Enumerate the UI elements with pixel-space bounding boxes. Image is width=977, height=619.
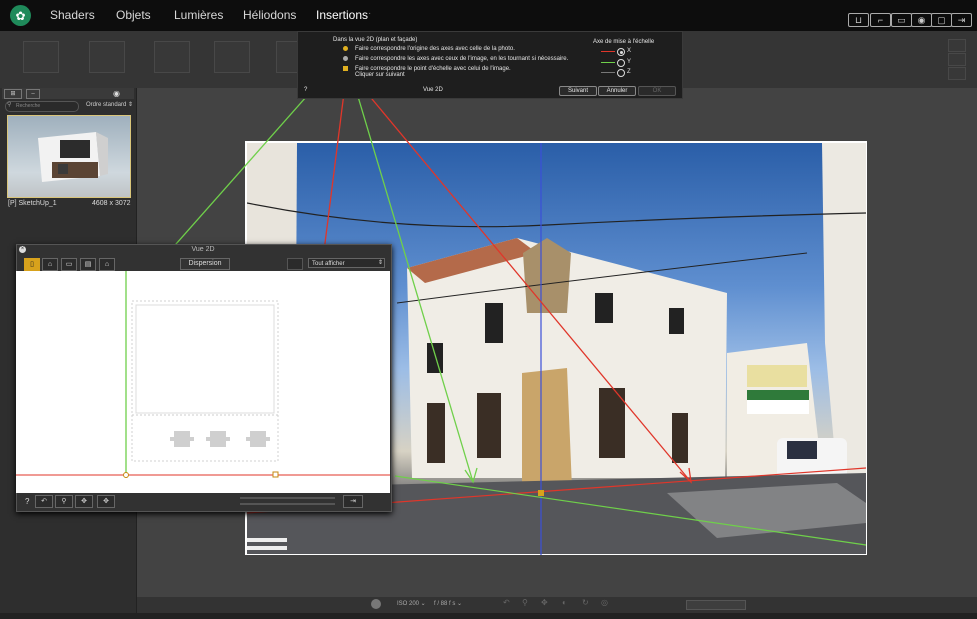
help-button[interactable]: ? — [304, 87, 307, 93]
scale-point-icon — [343, 66, 348, 71]
view-tool-icon — [154, 41, 190, 73]
tab-objets[interactable]: Objets — [116, 8, 151, 22]
thumbnail-size: 4608 x 3072 — [92, 200, 131, 207]
view-2d-label: Vue 2D — [423, 87, 443, 93]
scale-axis-title: Axe de mise à l'échelle — [593, 39, 655, 45]
layer-toggle-icon[interactable] — [287, 258, 303, 270]
cart-icon[interactable]: ⊔ — [848, 13, 869, 27]
axis-z-label: Z — [627, 69, 631, 75]
axes-tool-icon — [214, 41, 250, 73]
box-tool-icon — [89, 41, 125, 73]
house-render-image — [38, 132, 108, 182]
undo-disabled-icon: ↶ — [503, 598, 510, 607]
aperture-select[interactable]: f / 88 f s ⌄ — [434, 600, 462, 607]
crop-icon[interactable]: ▢ — [931, 13, 952, 27]
iso-select[interactable]: ISO 200 ⌄ — [397, 600, 426, 607]
globe-disabled-icon: ◎ — [601, 598, 608, 607]
tab-shaders[interactable]: Shaders — [50, 8, 95, 22]
axis-y-label: Y — [627, 59, 632, 65]
x-axis-swatch — [601, 51, 615, 52]
sort-select[interactable]: Ordre standard ⇕ — [86, 101, 133, 108]
remove-media-icon[interactable]: – — [26, 89, 40, 99]
rotate-disabled-icon: ↻ — [582, 598, 589, 607]
apply-arrow-icon[interactable]: ⇥ — [343, 495, 363, 508]
instructions-heading: Dans la vue 2D (plan et façade) — [333, 37, 418, 43]
house-mode-icon[interactable]: ⌂ — [42, 258, 58, 271]
chevron-down-icon: ⇕ — [378, 260, 384, 266]
plane-tool-icon — [23, 41, 59, 73]
dialog-help-button[interactable]: ? — [25, 497, 29, 506]
settings-gear-icon[interactable] — [371, 599, 381, 609]
search-icon: ⚲ — [7, 102, 12, 108]
tab-heliodons[interactable]: Héliodons — [243, 8, 296, 22]
eye-icon[interactable]: ◉ — [113, 89, 120, 98]
pan-icon[interactable]: ✥ — [75, 495, 93, 508]
floor-mode-icon[interactable]: ▭ — [61, 258, 77, 271]
scale-slider[interactable] — [240, 497, 335, 499]
z-axis-swatch — [601, 72, 615, 73]
gallery-icon[interactable]: ▭ — [891, 13, 912, 27]
cancel-button[interactable]: Annuler — [598, 86, 636, 96]
camera-icon[interactable]: ◉ — [911, 13, 932, 27]
plan-canvas[interactable] — [16, 271, 390, 493]
side-tool-icon-3 — [948, 67, 966, 80]
step-bullet-icon — [343, 46, 348, 51]
roof-mode-icon[interactable]: ⌂ — [99, 258, 115, 271]
instruction-step-1: Faire correspondre l'origine des axes av… — [355, 46, 515, 52]
export-icon[interactable]: ⇥ — [951, 13, 972, 27]
pattern-tool-icon — [276, 41, 298, 73]
axis-y-radio[interactable] — [617, 59, 625, 67]
facade-mode-icon[interactable]: ▤ — [80, 258, 96, 271]
add-media-icon[interactable]: ⊞ — [4, 89, 22, 99]
y-axis-swatch — [601, 62, 615, 63]
side-tool-icon-1 — [948, 39, 966, 52]
thumbnail-name: [P] SketchUp_1 — [8, 200, 57, 207]
sound-disabled-icon: ◐ — [562, 598, 567, 607]
ok-button[interactable]: OK — [638, 86, 676, 96]
dispersion-button[interactable]: Dispersion — [180, 258, 230, 270]
instruction-step-2: Faire correspondre les axes avec ceux de… — [355, 56, 569, 62]
fit-icon[interactable]: ✥ — [97, 495, 115, 508]
axis-x-radio[interactable] — [617, 48, 625, 56]
dialog-title: Vue 2D — [191, 246, 215, 253]
tab-insertions[interactable]: Insertions — [316, 8, 368, 22]
move-disabled-icon: ✥ — [541, 598, 548, 607]
rotation-slider[interactable] — [240, 503, 335, 505]
undo-icon[interactable]: ↶ — [35, 495, 53, 508]
frame-icon[interactable]: ⌐ — [870, 13, 891, 27]
floor-plan-drawing — [16, 271, 390, 478]
search-input[interactable]: Recherche — [5, 101, 79, 112]
next-button[interactable]: Suivant — [559, 86, 597, 96]
tab-more[interactable]: · — [368, 8, 371, 19]
axis-z-radio[interactable] — [617, 69, 625, 77]
app-logo-icon[interactable]: ✿ — [10, 5, 31, 26]
zoom-icon[interactable]: ⚲ — [55, 495, 73, 508]
step-bullet-icon — [343, 56, 348, 61]
media-thumbnail[interactable] — [7, 115, 131, 198]
status-bar — [0, 613, 977, 619]
plan-mode-icon[interactable]: ▯ — [24, 258, 40, 271]
zoom-disabled-icon: ⚲ — [522, 598, 528, 607]
bottom-toolbar — [137, 597, 977, 613]
instruction-step-4: Cliquer sur suivant — [355, 72, 405, 78]
axis-x-label: X — [627, 48, 632, 54]
tab-lumieres[interactable]: Lumières — [174, 8, 223, 22]
render-progress — [686, 600, 746, 610]
close-icon[interactable]: × — [19, 246, 26, 253]
display-select[interactable]: Tout afficher — [308, 258, 385, 268]
side-tool-icon-2 — [948, 53, 966, 66]
